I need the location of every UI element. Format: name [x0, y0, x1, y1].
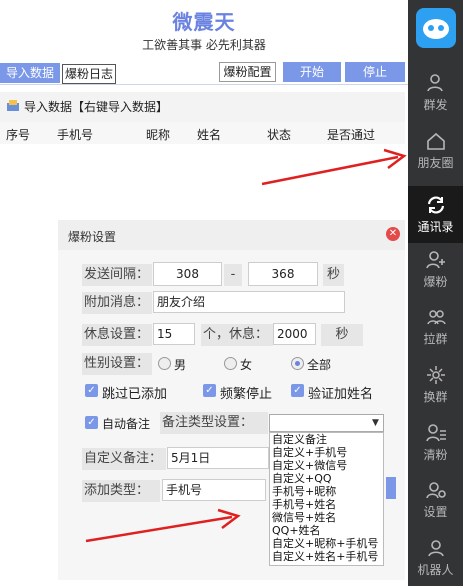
arrow-to-contacts	[261, 148, 407, 186]
arrow-to-dropdown	[85, 508, 241, 543]
annotation-arrows	[85, 148, 407, 543]
